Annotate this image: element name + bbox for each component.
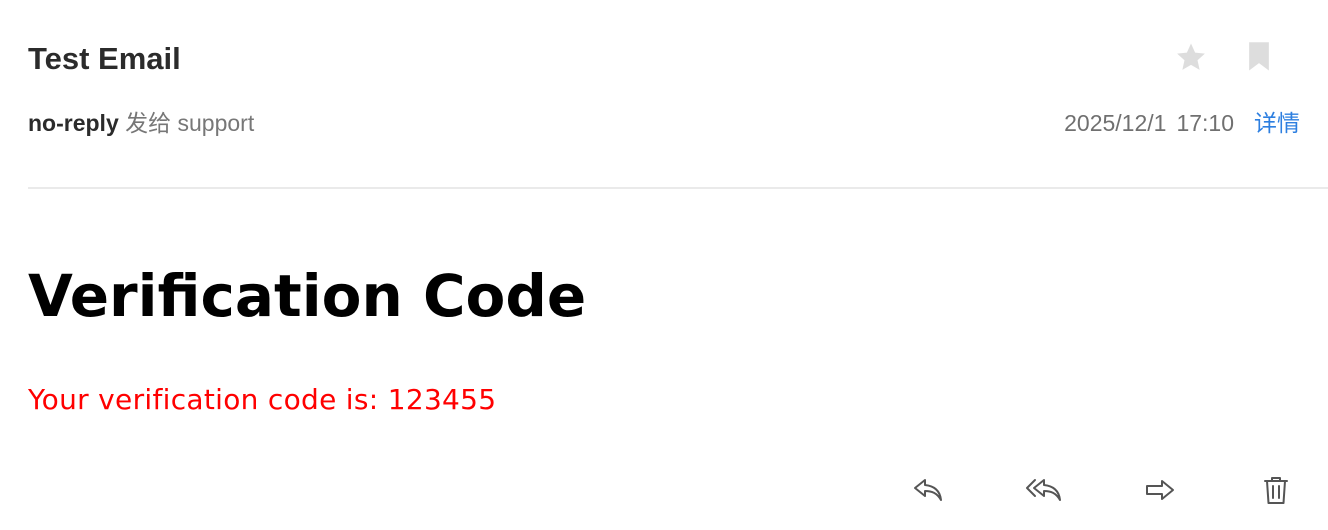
forward-button[interactable] [1140,470,1180,510]
details-link[interactable]: 详情 [1254,108,1300,138]
email-body-heading: Verification Code [28,262,587,330]
trash-icon [1264,477,1288,504]
star-icon [1177,43,1205,70]
recipient-name: support [177,110,255,136]
sender-name: no-reply [28,110,119,136]
email-action-bar [908,470,1296,510]
reply-icon [914,479,942,501]
reply-all-icon [1026,479,1061,501]
email-date: 2025/12/1 [1064,110,1167,136]
star-button[interactable] [1172,38,1210,76]
sender-line: no-reply 发给 support [28,108,254,138]
email-time: 17:10 [1176,110,1234,136]
bookmark-button[interactable] [1240,38,1278,76]
reply-all-button[interactable] [1024,470,1064,510]
email-view: Test Email no-reply 发给 support 2025/12/1… [0,0,1328,530]
bookmark-icon [1249,42,1269,71]
reply-button[interactable] [908,470,948,510]
verification-message: Your verification code is: 123455 [28,383,497,416]
email-subject: Test Email [28,41,181,76]
header-actions [1172,38,1278,76]
header-divider [28,187,1328,189]
sent-to-label: 发给 [125,110,172,136]
forward-icon [1146,480,1174,500]
email-meta-right: 2025/12/1 17:10 详情 [1064,108,1300,138]
delete-button[interactable] [1256,470,1296,510]
